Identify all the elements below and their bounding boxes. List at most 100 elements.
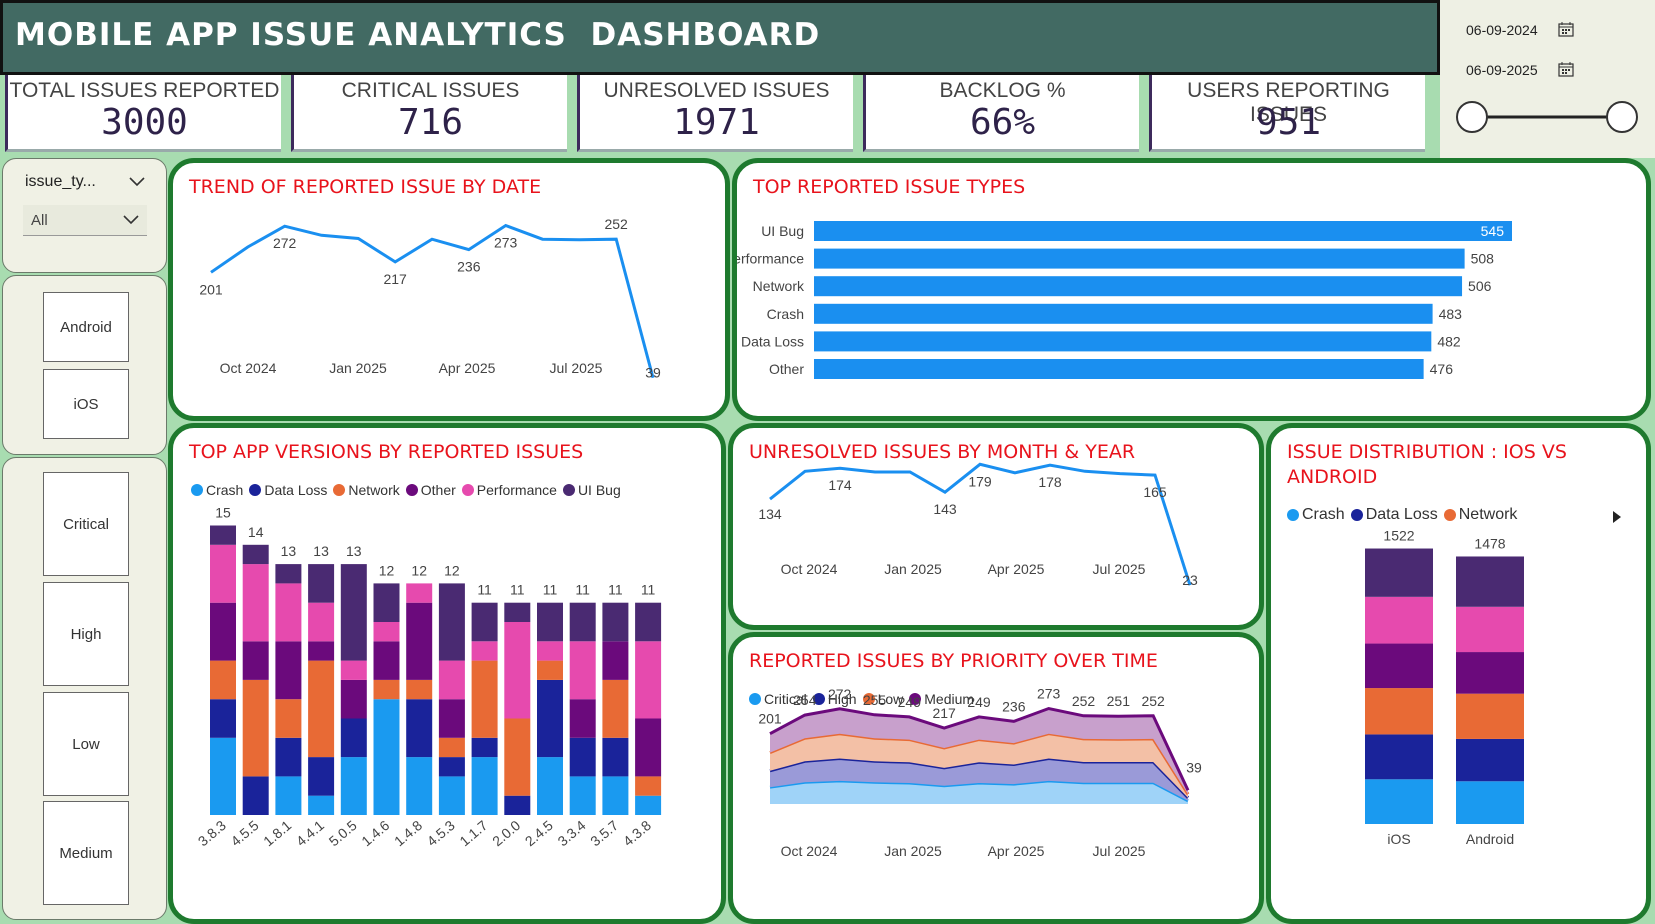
value-label: 545 [1481,223,1505,239]
stacked-bar-segment [210,544,236,603]
issue-type-slicer-label: issue_ty... [25,173,96,190]
calendar-icon [1558,62,1574,77]
stacked-bar-segment [471,602,498,642]
stacked-bar-segment [406,699,433,758]
start-date-input[interactable]: 06-09-2024 [1456,14,1584,46]
total-label: 14 [248,524,264,540]
stacked-bar-segment [537,757,563,815]
total-label: 254 [793,692,817,708]
total-label: 251 [1107,693,1131,709]
issue-type-slicer: issue_ty... All [2,158,167,273]
total-label: 252 [1141,693,1165,709]
x-tick-label: 1.4.8 [391,817,425,849]
date-range-slider[interactable] [1440,95,1655,135]
data-label: 179 [968,473,992,489]
stacked-bar-segment [438,660,465,700]
category-label: Data Loss [741,333,804,349]
x-tick-label: Oct 2024 [781,843,838,859]
priority-option-low[interactable]: Low [43,692,129,796]
stacked-bar-segment [635,602,662,642]
stacked-bar-segment [1456,738,1524,782]
x-tick-label: 1.8.1 [260,817,294,849]
date-filter-panel: 06-09-2024 06-09-2025 [1440,0,1655,158]
total-label: 1478 [1474,535,1505,551]
data-label: 23 [1182,572,1198,588]
stacked-bar-segment [1365,548,1433,597]
end-date-input[interactable]: 06-09-2025 [1456,54,1584,86]
kpi-unresolved-issues: UNRESOLVED ISSUES 1971 [577,75,853,152]
x-tick-label: 3.8.3 [195,817,229,849]
stacked-bar-segment [242,544,269,565]
platform-option-ios[interactable]: iOS [43,369,129,439]
stacked-bar-segment [340,757,367,815]
priority-chart: 201 254 272 255 249 217 249 236 273 252 251 252 39 Oc… [758,685,1202,859]
stacked-bar-segment [242,564,269,642]
stacked-bar-segment [438,757,465,777]
data-label: 134 [758,506,782,522]
stacked-bar-segment [308,660,335,758]
x-tick-label: 3.5.7 [587,817,621,849]
total-label: 11 [575,582,590,598]
stacked-bar-segment [275,564,302,584]
total-label: 255 [863,692,887,708]
x-tick-label: Jan 2025 [884,843,942,859]
stacked-bar-segment [1365,643,1433,689]
stacked-bar-segment [242,641,269,680]
end-date-value: 06-09-2025 [1466,62,1538,78]
stacked-bar-segment [537,679,563,758]
x-tick-label: 4.5.5 [227,817,261,849]
stacked-bar-segment [242,776,269,815]
x-tick-label: Apr 2025 [439,360,496,376]
versions-chart: 15 3.8.3 14 4.5.5 13 1.8.1 13 4.4.1 13 5.0.5 12 1.4… [195,505,662,849]
value-label: 483 [1439,306,1463,322]
top-types-card: TOP REPORTED ISSUE TYPES UI Bug545Perfor… [732,158,1651,421]
data-label: 178 [1038,474,1062,490]
data-label: 174 [828,477,852,493]
priority-option-critical[interactable]: Critical [43,472,129,576]
issue-type-dropdown[interactable]: All [23,205,147,236]
total-label: 11 [543,582,558,598]
x-tick-label: Apr 2025 [988,843,1045,859]
total-label: 252 [1072,693,1096,709]
stacked-bar-segment [1365,688,1433,735]
stacked-bar-segment [537,641,563,661]
stacked-bar-segment [1456,606,1524,653]
total-label: 39 [1186,759,1202,775]
x-tick-label: 4.3.8 [620,817,654,849]
category-label: UI Bug [761,223,804,239]
stacked-bar-segment [537,660,563,680]
total-label: 11 [641,582,656,598]
stacked-bar-segment [1456,556,1524,607]
stacked-bar-segment [438,699,465,738]
stacked-bar-segment [373,641,400,680]
x-tick-label: Oct 2024 [220,360,277,376]
kpi-label: CRITICAL ISSUES [341,79,520,102]
stacked-bar-segment [275,737,302,777]
x-tick-label: 2.0.0 [489,817,523,849]
total-label: 272 [828,686,852,702]
trend-card: TREND OF REPORTED ISSUE BY DATE 201 272 21… [168,158,730,421]
stacked-bar-segment [210,660,236,700]
slider-end-handle[interactable] [1606,101,1638,133]
distribution-card: ISSUE DISTRIBUTION : IOS VS ANDROID Cras… [1266,423,1651,924]
stacked-bar-segment [635,795,662,815]
stacked-bar-segment [635,776,662,796]
chevron-down-icon[interactable] [129,177,145,187]
stacked-bar-segment [1456,781,1524,824]
stacked-bar-segment [340,660,367,680]
x-tick-label: Android [1466,831,1514,847]
stacked-bar-segment [340,564,367,661]
kpi-label: BACKLOG % [939,79,1066,102]
kpi-total-issues: TOTAL ISSUES REPORTED 3000 [5,75,281,152]
category-label: Performance [737,251,804,267]
stacked-bar-segment [340,718,367,758]
platform-option-android[interactable]: Android [43,292,129,362]
trend-chart: 201 272 217 236 273 252 39 Oct 2024 Jan 2025 Apr … [199,216,661,380]
kpi-value: 3000 [101,102,188,143]
stacked-bar-segment [438,583,465,661]
priority-option-high[interactable]: High [43,582,129,686]
total-label: 236 [1002,698,1026,714]
priority-option-medium[interactable]: Medium [43,801,129,905]
stacked-bar-segment [210,699,236,738]
slider-start-handle[interactable] [1456,101,1488,133]
